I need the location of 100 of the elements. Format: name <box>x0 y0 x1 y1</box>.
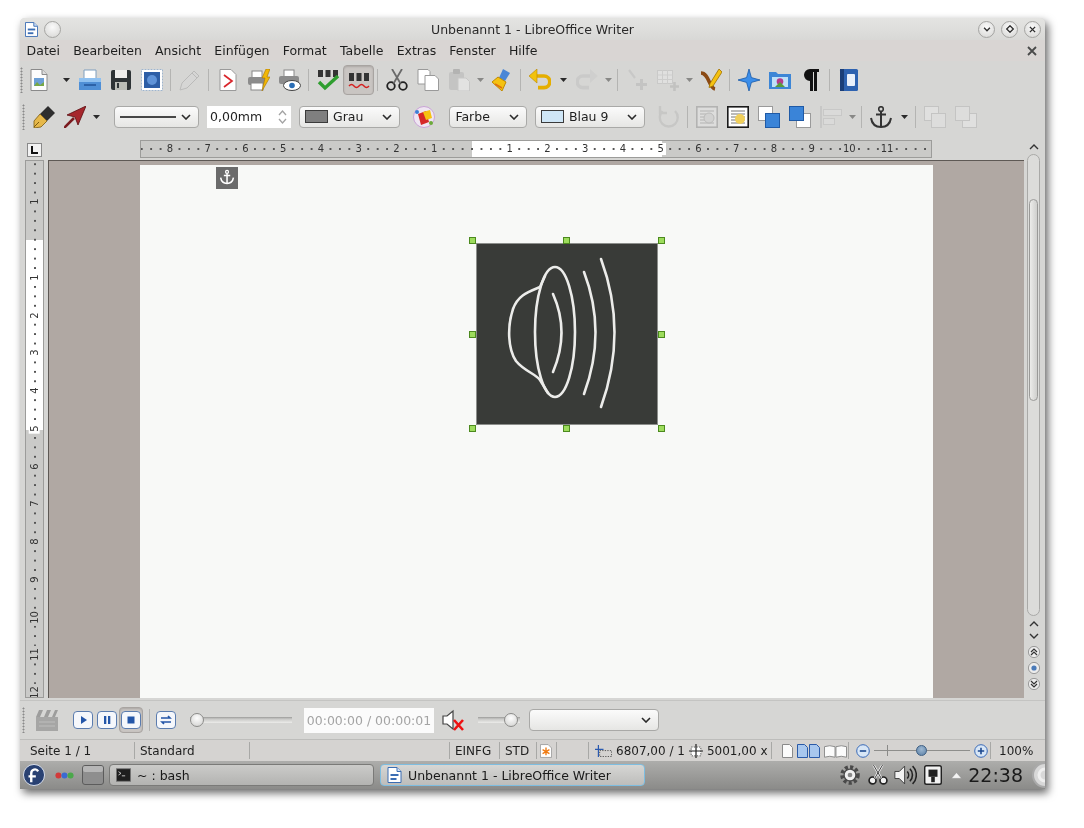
chevron-down-icon[interactable] <box>982 26 991 32</box>
menu-item[interactable]: Einfügen <box>207 43 277 58</box>
spellcheck-icon[interactable] <box>316 68 339 91</box>
resize-handle[interactable] <box>658 331 665 338</box>
menu-item[interactable]: Tabelle <box>333 43 391 58</box>
page-down-icon[interactable] <box>1027 678 1040 690</box>
curve-pencil-icon[interactable] <box>699 68 722 91</box>
chevron-down-icon[interactable] <box>181 113 191 120</box>
chevron-down-icon[interactable] <box>1028 633 1039 639</box>
task-button[interactable]: ~ : bash <box>109 764 374 786</box>
caret-icon[interactable] <box>900 114 908 119</box>
book-icon[interactable] <box>837 68 860 91</box>
caret-icon[interactable] <box>559 77 567 82</box>
pause-icon[interactable] <box>97 711 117 729</box>
spin-field[interactable]: 0,00mm <box>207 105 291 128</box>
ruler-number: 8 <box>29 536 40 547</box>
printer-icon[interactable] <box>247 68 270 91</box>
save-icon[interactable] <box>109 68 132 91</box>
task-button[interactable]: Unbenannt 1 - LibreOffice Writer <box>380 764 645 786</box>
slider-thumb[interactable] <box>915 745 927 756</box>
toolbar-grip[interactable] <box>22 103 25 130</box>
scissors-icon[interactable] <box>868 765 889 785</box>
two-pages-icon[interactable] <box>797 743 820 758</box>
paintbrush-icon[interactable] <box>490 68 513 91</box>
overlapping-squares-icon[interactable] <box>788 105 811 128</box>
paint-icon[interactable] <box>412 105 435 128</box>
dots-icon[interactable] <box>55 771 74 779</box>
menu-item[interactable]: Extras <box>390 43 443 58</box>
resize-handle[interactable] <box>563 425 570 432</box>
menu-item[interactable]: Bearbeiten <box>66 43 149 58</box>
menu-item[interactable]: Ansicht <box>148 43 208 58</box>
circle-dot-icon[interactable] <box>1027 662 1040 674</box>
anchor-icon[interactable] <box>869 105 892 128</box>
maximize-button[interactable] <box>1001 20 1018 38</box>
resize-handle[interactable] <box>469 237 476 244</box>
stamp-icon[interactable] <box>140 68 163 91</box>
close-icon[interactable] <box>1029 25 1036 33</box>
chevron-down-icon[interactable] <box>508 113 519 120</box>
play-icon[interactable] <box>73 711 93 729</box>
dropdown[interactable]: Grau <box>299 105 401 128</box>
resize-handle[interactable] <box>469 331 476 338</box>
chevron-up-icon[interactable] <box>1028 621 1039 627</box>
menu-item[interactable]: Fenster <box>442 43 503 58</box>
single-page-icon[interactable] <box>782 743 793 758</box>
anchor-icon[interactable] <box>216 167 238 189</box>
minimize-button[interactable] <box>978 20 995 38</box>
print-preview-icon[interactable] <box>278 68 301 91</box>
slider-thumb[interactable] <box>504 713 519 727</box>
ruler-number: 8 <box>164 143 176 155</box>
line-style-dropdown[interactable] <box>114 105 199 128</box>
plug-icon[interactable] <box>924 765 943 785</box>
pdf-icon[interactable] <box>216 68 239 91</box>
logo-icon[interactable] <box>23 764 45 786</box>
dropdown[interactable]: Farbe <box>449 105 527 128</box>
ruler-number: 3 <box>353 143 364 155</box>
repeat-icon[interactable] <box>156 711 176 729</box>
zoom-in-icon[interactable] <box>974 743 988 758</box>
star-icon[interactable] <box>737 68 760 91</box>
toolbar-grip[interactable] <box>20 66 23 93</box>
speaker-icon[interactable] <box>894 765 918 785</box>
caret-icon[interactable] <box>92 114 100 119</box>
caret-icon[interactable] <box>63 77 70 82</box>
chevron-down-icon[interactable] <box>382 113 393 120</box>
text-wrap-icon[interactable] <box>726 105 749 128</box>
copy-icon[interactable] <box>416 68 439 91</box>
menu-item[interactable]: Datei <box>20 43 67 58</box>
cut-icon[interactable] <box>385 68 408 91</box>
close-button[interactable] <box>1024 20 1041 38</box>
gear-icon[interactable] <box>840 765 861 785</box>
dropdown[interactable]: Blau 9 <box>534 105 646 128</box>
box-icon[interactable] <box>82 765 104 785</box>
toolbar-grip[interactable] <box>22 707 25 733</box>
close-icon[interactable] <box>1027 45 1037 56</box>
menu-item[interactable]: Format <box>276 43 334 58</box>
tab-stop-icon[interactable] <box>27 143 42 157</box>
chevron-down-icon[interactable] <box>641 717 651 723</box>
caret-up-icon[interactable] <box>951 771 963 779</box>
slider-thumb[interactable] <box>190 713 204 727</box>
chevron-down-icon[interactable] <box>627 113 638 120</box>
resize-handle[interactable] <box>658 237 665 244</box>
overlapping-squares-icon[interactable] <box>757 105 780 128</box>
zoom-out-icon[interactable] <box>856 743 870 758</box>
ruler-number: 2 <box>542 143 553 155</box>
diamond-icon[interactable] <box>1005 25 1014 33</box>
scrollbar-thumb[interactable] <box>1029 199 1038 401</box>
menu-item[interactable]: Hilfe <box>502 43 544 58</box>
vertical-scrollbar[interactable] <box>1027 154 1040 616</box>
mute-icon[interactable] <box>442 709 464 731</box>
book-view-icon[interactable] <box>824 743 847 758</box>
resize-handle[interactable] <box>658 425 665 432</box>
spin-arrows-icon[interactable] <box>278 108 287 125</box>
chevron-up-icon[interactable] <box>1028 144 1039 150</box>
new-document-icon[interactable] <box>27 68 50 91</box>
resize-handle[interactable] <box>563 237 570 244</box>
page-up-icon[interactable] <box>1027 646 1040 658</box>
ruler-number: 3 <box>579 143 591 155</box>
pen-nib-icon[interactable] <box>32 105 55 128</box>
arrowhead-icon[interactable] <box>63 105 86 128</box>
tray-icon[interactable] <box>78 68 101 91</box>
resize-handle[interactable] <box>469 425 476 432</box>
